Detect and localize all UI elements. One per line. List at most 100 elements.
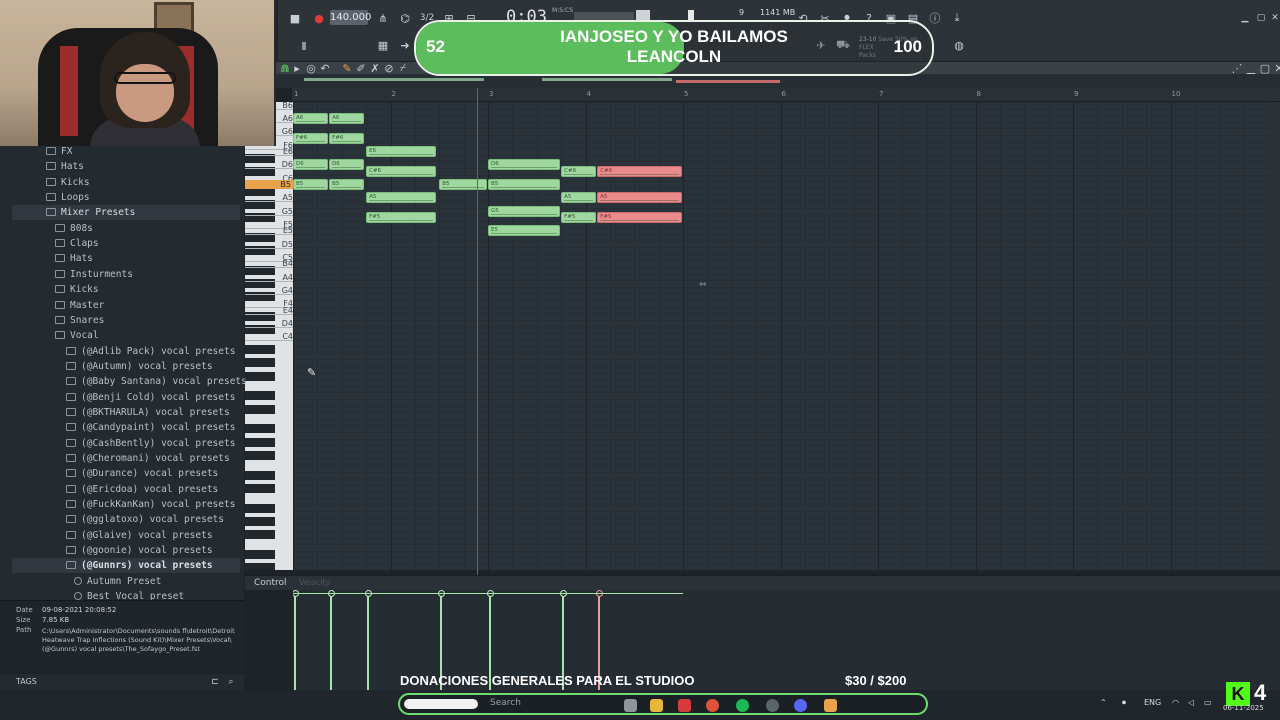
discord-icon[interactable]	[794, 699, 807, 712]
browser-folder[interactable]: Kicks	[12, 175, 240, 190]
velocity-bar[interactable]	[330, 594, 333, 690]
note-b5[interactable]: B5	[488, 179, 561, 191]
note-csharp6[interactable]: C#6	[366, 166, 437, 177]
note-b5[interactable]: B5	[293, 179, 329, 191]
file-explorer-icon[interactable]	[650, 699, 663, 712]
search-icon[interactable]: ⌕	[222, 673, 240, 691]
file-browser[interactable]: FX Hats Kicks Loops Mixer Presets 808s Claps Ha…	[0, 144, 247, 602]
steam-icon[interactable]	[766, 699, 779, 712]
tray-mic-icon[interactable]: ⏺	[1122, 698, 1126, 708]
wifi-icon[interactable]: ◠	[1172, 698, 1179, 707]
brave-icon[interactable]	[706, 699, 719, 712]
language-indicator[interactable]: ENG	[1144, 698, 1161, 707]
browser-folder[interactable]: Claps	[12, 236, 240, 251]
black-key[interactable]	[245, 516, 275, 526]
note-e6[interactable]: E6	[366, 146, 437, 158]
note-fsharp5[interactable]: F#5	[366, 212, 437, 224]
black-key[interactable]	[245, 450, 275, 460]
note-fsharp6[interactable]: F#6	[293, 133, 329, 144]
spotify-icon[interactable]	[736, 699, 749, 712]
velocity-bar[interactable]	[294, 594, 296, 690]
timeline-ruler[interactable]: 1 2 3 4 5 6 7 8 9 10	[292, 88, 1280, 102]
stop-icon[interactable]: ■	[286, 9, 304, 27]
black-key[interactable]	[245, 424, 275, 434]
note-b5[interactable]: B5	[439, 179, 487, 191]
note-fsharp5[interactable]: F#5	[561, 212, 597, 224]
taskbar-date[interactable]: 06-11-2025	[1223, 704, 1264, 712]
black-key[interactable]	[245, 404, 275, 414]
browser-folder[interactable]: Snares	[12, 313, 240, 328]
app-red-icon[interactable]	[678, 699, 691, 712]
volume-icon[interactable]: ◁	[1188, 698, 1194, 707]
black-key[interactable]	[245, 437, 275, 447]
velocity-bar[interactable]	[367, 594, 370, 690]
note-fsharp5[interactable]: F#5	[597, 212, 682, 224]
vertical-scrollbar[interactable]	[1268, 102, 1280, 570]
browser-folder[interactable]: (@Gunnrs) vocal presets	[12, 558, 240, 574]
browser-folder[interactable]: 808s	[12, 221, 240, 236]
preset-file[interactable]: Autumn Preset	[12, 574, 240, 589]
note-grid[interactable]: A6 A6 F#6 F#6 E6 D6 D6 D6 C#6 C#6 C#6 B5 B5 B5 B5 A5 A5 A…	[293, 102, 1280, 570]
black-key[interactable]	[245, 371, 275, 381]
arrow-icon[interactable]: ➜	[396, 36, 414, 54]
fl-studio-icon[interactable]	[824, 699, 837, 712]
download-icon[interactable]: ⤓	[948, 9, 966, 27]
browser-folder[interactable]: FX	[12, 144, 240, 159]
black-key[interactable]	[245, 470, 275, 480]
black-key[interactable]	[245, 503, 275, 513]
battery-icon[interactable]: ▭	[1204, 698, 1212, 707]
tempo-display[interactable]: 140.000	[330, 10, 371, 25]
browser-folder[interactable]: (@gglatoxo) vocal presets	[12, 512, 240, 527]
note-a5[interactable]: A5	[597, 192, 682, 204]
note-b5[interactable]: B5	[329, 179, 365, 191]
black-key[interactable]	[245, 549, 275, 559]
close-icon[interactable]: ✕	[1266, 9, 1280, 27]
note-fsharp6[interactable]: F#6	[329, 133, 365, 144]
note-a6[interactable]: A6	[329, 113, 365, 125]
browser-folder[interactable]: (@Autumn) vocal presets	[12, 359, 240, 374]
browser-folder[interactable]: (@Benji Cold) vocal presets	[12, 390, 240, 405]
piano-roll-overview[interactable]	[276, 74, 1280, 88]
black-key[interactable]	[245, 391, 275, 401]
note-d6[interactable]: D6	[329, 159, 365, 171]
taskbar-search[interactable]: Search	[490, 698, 521, 708]
wait-record-icon[interactable]: ⌬	[396, 9, 414, 27]
note-a5[interactable]: A5	[561, 192, 597, 204]
note-e5[interactable]: E5	[488, 225, 561, 237]
black-key[interactable]	[245, 563, 275, 570]
browser-folder[interactable]: (@BKTHARULA) vocal presets	[12, 405, 240, 420]
note-a5[interactable]: A5	[366, 192, 437, 204]
browser-folder[interactable]: Loops	[12, 190, 240, 205]
globe-icon[interactable]: ◍	[950, 36, 968, 54]
browser-folder[interactable]: (@Ericdoa) vocal presets	[12, 482, 240, 497]
browser-folder[interactable]: (@Adlib Pack) vocal presets	[12, 344, 240, 359]
browser-folder[interactable]: (@Cheromani) vocal presets	[12, 451, 240, 466]
note-csharp6[interactable]: C#6	[561, 166, 597, 177]
browser-folder[interactable]: Vocal	[12, 328, 240, 343]
task-view-icon[interactable]	[624, 699, 637, 712]
tray-chevron-icon[interactable]: ⌃	[1100, 698, 1107, 707]
browser-folder[interactable]: Master	[12, 298, 240, 313]
note-d6[interactable]: D6	[488, 159, 561, 171]
browser-folder[interactable]: (@Candypaint) vocal presets	[12, 420, 240, 435]
control-header[interactable]: Control Velocity	[245, 575, 1280, 590]
record-icon[interactable]: ●	[310, 9, 328, 27]
browser-folder[interactable]: Mixer Presets	[12, 205, 240, 221]
black-key[interactable]	[245, 345, 275, 355]
browser-folder[interactable]: (@goonie) vocal presets	[12, 543, 240, 558]
browser-folder[interactable]: Insturments	[12, 267, 240, 282]
black-key[interactable]	[245, 483, 275, 493]
browser-folder[interactable]: (@Glaive) vocal presets	[12, 528, 240, 543]
browser-folder[interactable]: (@CashBently) vocal presets	[12, 436, 240, 451]
metronome-icon[interactable]: ⋔	[374, 9, 392, 27]
browser-folder[interactable]: (@Durance) vocal presets	[12, 466, 240, 481]
black-key[interactable]	[245, 358, 275, 368]
browser-folder[interactable]: Hats	[12, 159, 240, 174]
piano-keyboard[interactable]: B6 A6 G6 F6 E6 D6 C6 B5 A5 G5 F5 E5 D5 C5 B4 A4 G4 F4 E4 D4…	[245, 102, 293, 570]
black-key[interactable]	[245, 530, 275, 539]
note-d6[interactable]: D6	[293, 159, 329, 171]
info-icon[interactable]: ⓘ	[926, 9, 944, 27]
note-g5[interactable]: G5	[488, 205, 561, 217]
browser-folder[interactable]: Kicks	[12, 282, 240, 297]
browser-folder[interactable]: (@FuckKanKan) vocal presets	[12, 497, 240, 512]
